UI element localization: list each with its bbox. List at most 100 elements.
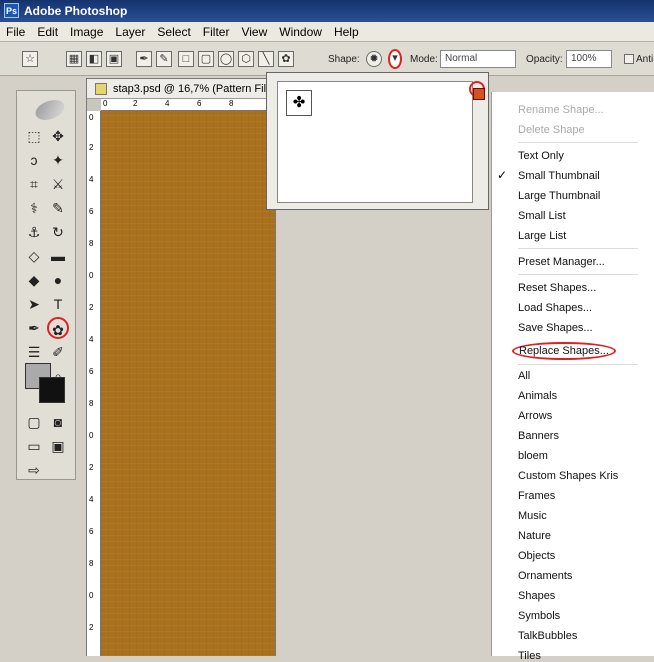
- rounded-rectangle-icon[interactable]: ▢: [198, 51, 214, 67]
- menu-item-custom-shapes-kris[interactable]: Custom Shapes Kris: [518, 470, 618, 482]
- ruler-left-label: 4: [89, 175, 94, 184]
- menu-window[interactable]: Window: [273, 22, 328, 42]
- shape-list[interactable]: ✤: [277, 81, 473, 203]
- menu-item-objects[interactable]: Objects: [518, 550, 555, 562]
- menu-item-banners[interactable]: Banners: [518, 430, 559, 442]
- menu-item-arrows[interactable]: Arrows: [518, 410, 552, 422]
- menu-view[interactable]: View: [235, 22, 273, 42]
- opacity-field[interactable]: 100%: [566, 50, 612, 68]
- menu-item-load-shapes[interactable]: Load Shapes...: [518, 302, 592, 314]
- menu-item-large-thumbnail[interactable]: Large Thumbnail: [518, 190, 600, 202]
- current-shape-icon[interactable]: ✹: [366, 51, 382, 67]
- ruler-left-label: 4: [89, 335, 94, 344]
- clone-stamp-icon[interactable]: ⚓: [23, 221, 45, 243]
- fullscreen-mode-icon[interactable]: ▣: [47, 435, 69, 457]
- dodge-tool-icon[interactable]: ●: [47, 269, 69, 291]
- rectangle-icon[interactable]: □: [178, 51, 194, 67]
- menu-item-symbols[interactable]: Symbols: [518, 610, 560, 622]
- menu-item-rename-shape[interactable]: Rename Shape...: [518, 104, 604, 116]
- quick-mask-icon[interactable]: ◙: [47, 411, 69, 433]
- fill-pixels-icon[interactable]: ▣: [106, 51, 122, 67]
- menu-item-bloem[interactable]: bloem: [518, 450, 548, 462]
- menu-item-animals[interactable]: Animals: [518, 390, 557, 402]
- eraser-tool-icon[interactable]: ◇: [23, 245, 45, 267]
- shape-tool-preset-icon[interactable]: ☆: [22, 51, 38, 67]
- history-brush-icon[interactable]: ↻: [47, 221, 69, 243]
- menu-layer[interactable]: Layer: [109, 22, 151, 42]
- custom-shape-tool-icon[interactable]: ✿: [47, 317, 69, 339]
- shape-picker-dropdown[interactable]: ▾: [388, 49, 402, 69]
- document-close-icon[interactable]: [473, 88, 485, 100]
- app-title: Adobe Photoshop: [24, 4, 128, 18]
- menu-item-ornaments[interactable]: Ornaments: [518, 570, 572, 582]
- menu-filter[interactable]: Filter: [197, 22, 236, 42]
- ellipse-icon[interactable]: ◯: [218, 51, 234, 67]
- ruler-left-label: 8: [89, 239, 94, 248]
- gradient-tool-icon[interactable]: ▬: [47, 245, 69, 267]
- menu-item-shapes[interactable]: Shapes: [518, 590, 555, 602]
- ruler-left-label: 2: [89, 303, 94, 312]
- menu-help[interactable]: Help: [328, 22, 365, 42]
- lasso-tool-icon[interactable]: ↄ: [23, 149, 45, 171]
- shape-layers-icon[interactable]: ▦: [66, 51, 82, 67]
- ruler-top-label: 2: [133, 99, 138, 108]
- shape-thumbnail-icon[interactable]: ✤: [286, 90, 312, 116]
- vertical-ruler: 0 2 4 6 8 0 2 4 6 8 0 2 4 6 8 0 2: [87, 111, 101, 656]
- anti-alias-checkbox[interactable]: [624, 54, 634, 64]
- anti-alias-label: Anti: [636, 54, 654, 65]
- standard-mode-icon[interactable]: ▢: [23, 411, 45, 433]
- ruler-left-label: 2: [89, 623, 94, 632]
- ruler-left-label: 0: [89, 271, 94, 280]
- slice-tool-icon[interactable]: ⚔: [47, 173, 69, 195]
- menu-image[interactable]: Image: [64, 22, 109, 42]
- notes-tool-icon[interactable]: ☰: [23, 341, 45, 363]
- menu-item-text-only[interactable]: Text Only: [518, 150, 564, 162]
- ruler-left-label: 0: [89, 591, 94, 600]
- path-selection-icon[interactable]: ➤: [23, 293, 45, 315]
- crop-tool-icon[interactable]: ⌗: [23, 173, 45, 195]
- custom-shape-icon[interactable]: ✿: [278, 51, 294, 67]
- marquee-tool-icon[interactable]: ⬚: [23, 125, 45, 147]
- mode-select[interactable]: Normal: [440, 50, 516, 68]
- jump-to-imageready-icon[interactable]: ⇨: [23, 459, 45, 481]
- menu-item-preset-manager[interactable]: Preset Manager...: [518, 256, 605, 268]
- magic-wand-tool-icon[interactable]: ✦: [47, 149, 69, 171]
- move-tool-icon[interactable]: ✥: [47, 125, 69, 147]
- menu-bar: File Edit Image Layer Select Filter View…: [0, 22, 654, 42]
- menu-item-reset-shapes[interactable]: Reset Shapes...: [518, 282, 596, 294]
- brush-tool-icon[interactable]: ✎: [47, 197, 69, 219]
- eyedropper-tool-icon[interactable]: ✐: [47, 341, 69, 363]
- menu-item-save-shapes[interactable]: Save Shapes...: [518, 322, 593, 334]
- healing-brush-icon[interactable]: ⚕: [23, 197, 45, 219]
- menu-item-replace-shapes[interactable]: Replace Shapes...: [512, 342, 616, 360]
- freeform-pen-icon[interactable]: ✎: [156, 51, 172, 67]
- menu-item-frames[interactable]: Frames: [518, 490, 555, 502]
- menu-select[interactable]: Select: [151, 22, 196, 42]
- background-color-swatch[interactable]: [39, 377, 65, 403]
- paths-icon[interactable]: ◧: [86, 51, 102, 67]
- screen-mode-icon[interactable]: ▭: [23, 435, 45, 457]
- menu-separator: [518, 274, 638, 275]
- pen-icon[interactable]: ✒: [136, 51, 152, 67]
- ruler-left-label: 4: [89, 495, 94, 504]
- menu-item-small-thumbnail[interactable]: Small Thumbnail: [518, 170, 600, 182]
- document-canvas[interactable]: [101, 111, 275, 656]
- menu-item-all[interactable]: All: [518, 370, 530, 382]
- ruler-top-label: 0: [103, 99, 108, 108]
- menu-file[interactable]: File: [0, 22, 31, 42]
- menu-item-small-list[interactable]: Small List: [518, 210, 566, 222]
- document-titlebar[interactable]: stap3.psd @ 16,7% (Pattern Fill 1: [87, 79, 275, 99]
- blur-tool-icon[interactable]: ◆: [23, 269, 45, 291]
- menu-item-large-list[interactable]: Large List: [518, 230, 566, 242]
- menu-item-music[interactable]: Music: [518, 510, 547, 522]
- line-icon[interactable]: ╲: [258, 51, 274, 67]
- menu-item-talkbubbles[interactable]: TalkBubbles: [518, 630, 577, 642]
- pen-tool-icon[interactable]: ✒: [23, 317, 45, 339]
- ruler-left-label: 2: [89, 143, 94, 152]
- menu-item-nature[interactable]: Nature: [518, 530, 551, 542]
- menu-edit[interactable]: Edit: [31, 22, 64, 42]
- type-tool-icon[interactable]: T: [47, 293, 69, 315]
- menu-item-delete-shape[interactable]: Delete Shape: [518, 124, 585, 136]
- menu-item-tiles[interactable]: Tiles: [518, 650, 541, 662]
- polygon-icon[interactable]: ⬡: [238, 51, 254, 67]
